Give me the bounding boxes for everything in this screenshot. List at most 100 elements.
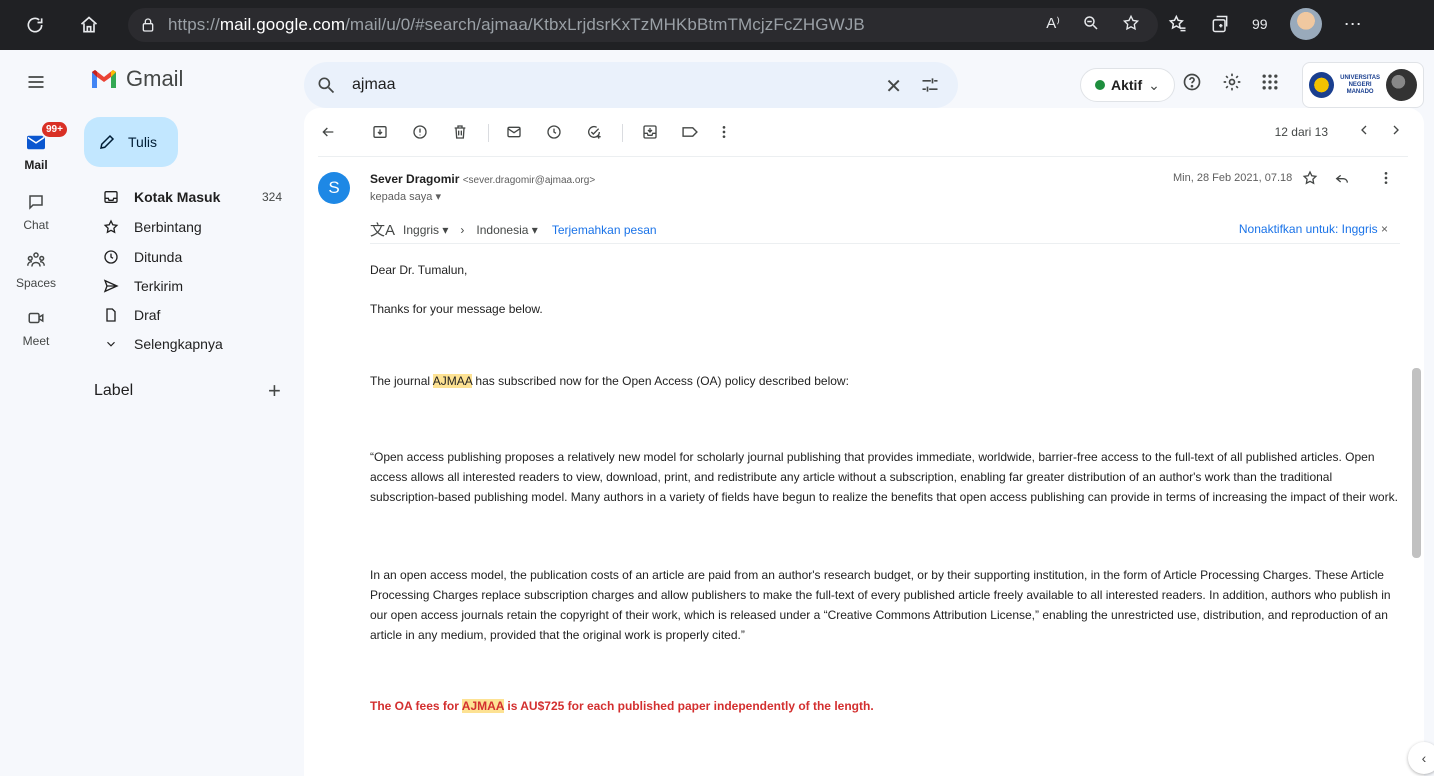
clock-icon [98, 249, 124, 265]
apps-grid-icon[interactable] [1260, 72, 1280, 92]
nav-label-drafts: Draf [134, 307, 161, 323]
report-spam-icon[interactable] [410, 122, 430, 142]
favorite-add-icon[interactable] [1122, 14, 1140, 32]
snooze-clock-icon[interactable] [544, 122, 564, 142]
add-task-icon[interactable] [584, 122, 604, 142]
nav-item-snoozed[interactable]: Ditunda [72, 242, 298, 272]
status-dot [1095, 80, 1105, 90]
star-icon [98, 219, 124, 235]
close-icon[interactable]: × [1381, 222, 1388, 236]
sender-name[interactable]: Sever Dragomir [370, 172, 459, 186]
disable-translate-link[interactable]: Nonaktifkan untuk: Inggris × [1239, 222, 1388, 236]
back-arrow-icon[interactable] [318, 122, 338, 142]
paragraph-oa-fees: The OA fees for AJMAA is AU$725 for each… [370, 699, 874, 713]
reply-icon[interactable] [1334, 170, 1350, 186]
unread-badge: 99+ [40, 120, 69, 139]
rail-spaces[interactable]: Spaces [0, 244, 72, 290]
nav-item-sent[interactable]: Terkirim [72, 271, 298, 301]
more-vert-icon[interactable] [714, 122, 734, 142]
gmail-m-icon [92, 70, 116, 88]
read-aloud-icon[interactable]: A⁾ [1046, 14, 1060, 32]
university-seal-icon [1309, 72, 1335, 98]
recipient-details[interactable]: kepada saya ▾ [370, 190, 441, 203]
gmail-logo[interactable]: Gmail [90, 66, 183, 92]
nav-item-drafts[interactable]: Draf [72, 300, 298, 330]
nav-label-inbox: Kotak Masuk [134, 189, 221, 205]
pencil-icon [98, 133, 116, 151]
star-icon[interactable] [1302, 170, 1318, 186]
nav-label-starred: Berbintang [134, 219, 202, 235]
translate-message-link[interactable]: Terjemahkan pesan [552, 223, 657, 237]
video-camera-icon [20, 302, 52, 334]
rail-mail[interactable]: 99+ Mail [0, 120, 72, 172]
chevron-down-icon [98, 337, 124, 351]
url-text: https://mail.google.com/mail/u/0/#search… [168, 15, 865, 34]
university-logo-text: UNIVERSITAS NEGERI MANADO [1340, 74, 1381, 95]
side-panel-toggle-icon[interactable]: ‹ [1408, 742, 1434, 774]
chevron-down-icon: ⌄ [1148, 76, 1160, 93]
target-language-dropdown[interactable]: Indonesia ▾ [476, 223, 537, 237]
message-date: Min, 28 Feb 2021, 07.18 [1173, 172, 1293, 184]
sender-line: Sever Dragomir <sever.dragomir@ajmaa.org… [370, 172, 595, 186]
search-highlight: AJMAA [432, 374, 473, 388]
search-bar: ✕ [304, 62, 958, 108]
toolbar-divider [488, 124, 489, 142]
help-icon[interactable] [1182, 72, 1202, 92]
nav-item-more[interactable]: Selengkapnya [72, 329, 298, 359]
move-to-icon[interactable] [640, 122, 660, 142]
search-options-icon[interactable] [920, 75, 940, 95]
browser-profile-avatar[interactable] [1289, 8, 1322, 40]
nav-label-sent: Terkirim [134, 278, 183, 294]
search-input[interactable] [352, 76, 872, 94]
clear-search-icon[interactable]: ✕ [885, 74, 902, 99]
account-switcher[interactable]: UNIVERSITAS NEGERI MANADO [1302, 62, 1424, 108]
more-vert-icon[interactable] [1378, 170, 1394, 186]
archive-icon[interactable] [370, 122, 390, 142]
rail-meet-label: Meet [22, 334, 50, 348]
paragraph-open-access: “Open access publishing proposes a relat… [370, 450, 1398, 504]
greeting-text: Dear Dr. Tumalun, [370, 263, 468, 277]
older-chevron-icon[interactable] [1388, 122, 1404, 138]
chat-icon [20, 186, 52, 218]
recipient-text: kepada saya [370, 191, 433, 203]
spaces-icon [20, 244, 52, 276]
draft-icon [98, 307, 124, 323]
compose-label: Tulis [128, 134, 158, 150]
rail-chat[interactable]: Chat [0, 186, 72, 232]
inbox-icon [98, 189, 124, 205]
status-label: Aktif [1111, 77, 1143, 93]
search-icon[interactable] [304, 75, 348, 95]
address-bar[interactable]: https://mail.google.com/mail/u/0/#search… [128, 8, 1158, 42]
mark-unread-icon[interactable] [504, 122, 524, 142]
nav-item-starred[interactable]: Berbintang [72, 212, 298, 242]
add-label-button[interactable]: + [268, 378, 281, 404]
compose-button[interactable]: Tulis [84, 117, 178, 167]
scrollbar-thumb[interactable] [1412, 368, 1421, 558]
favorites-icon[interactable] [1168, 14, 1188, 34]
main-menu-icon[interactable] [26, 72, 46, 92]
settings-gear-icon[interactable] [1222, 72, 1242, 92]
user-avatar[interactable] [1386, 69, 1417, 101]
more-menu-icon[interactable]: ⋯ [1344, 14, 1362, 35]
rail-meet[interactable]: Meet [0, 302, 72, 348]
home-icon[interactable] [70, 6, 108, 44]
source-language-dropdown[interactable]: Inggris ▾ [403, 223, 448, 237]
newer-chevron-icon[interactable] [1356, 122, 1372, 138]
delete-icon[interactable] [450, 122, 470, 142]
gmail-logo-text: Gmail [126, 66, 184, 91]
refresh-icon[interactable] [16, 6, 54, 44]
label-icon[interactable] [680, 122, 700, 142]
paragraph-oa-model: In an open access model, the publication… [370, 568, 1391, 642]
zoom-icon[interactable] [1082, 14, 1100, 32]
send-icon [98, 278, 124, 294]
collections-icon[interactable] [1210, 14, 1230, 34]
search-highlight: AJMAA [461, 699, 505, 713]
translate-bar: 文A Inggris ▾ › Indonesia ▾ Terjemahkan p… [370, 216, 1400, 244]
sender-avatar[interactable]: S [318, 172, 350, 204]
nav-label-snoozed: Ditunda [134, 249, 183, 265]
nav-item-inbox[interactable]: Kotak Masuk 324 [72, 182, 298, 212]
status-dropdown[interactable]: Aktif ⌄ [1080, 68, 1175, 102]
toolbar-divider [622, 124, 623, 142]
extension-count[interactable]: 99 [1252, 16, 1268, 32]
arrow-right-icon: › [460, 222, 465, 237]
